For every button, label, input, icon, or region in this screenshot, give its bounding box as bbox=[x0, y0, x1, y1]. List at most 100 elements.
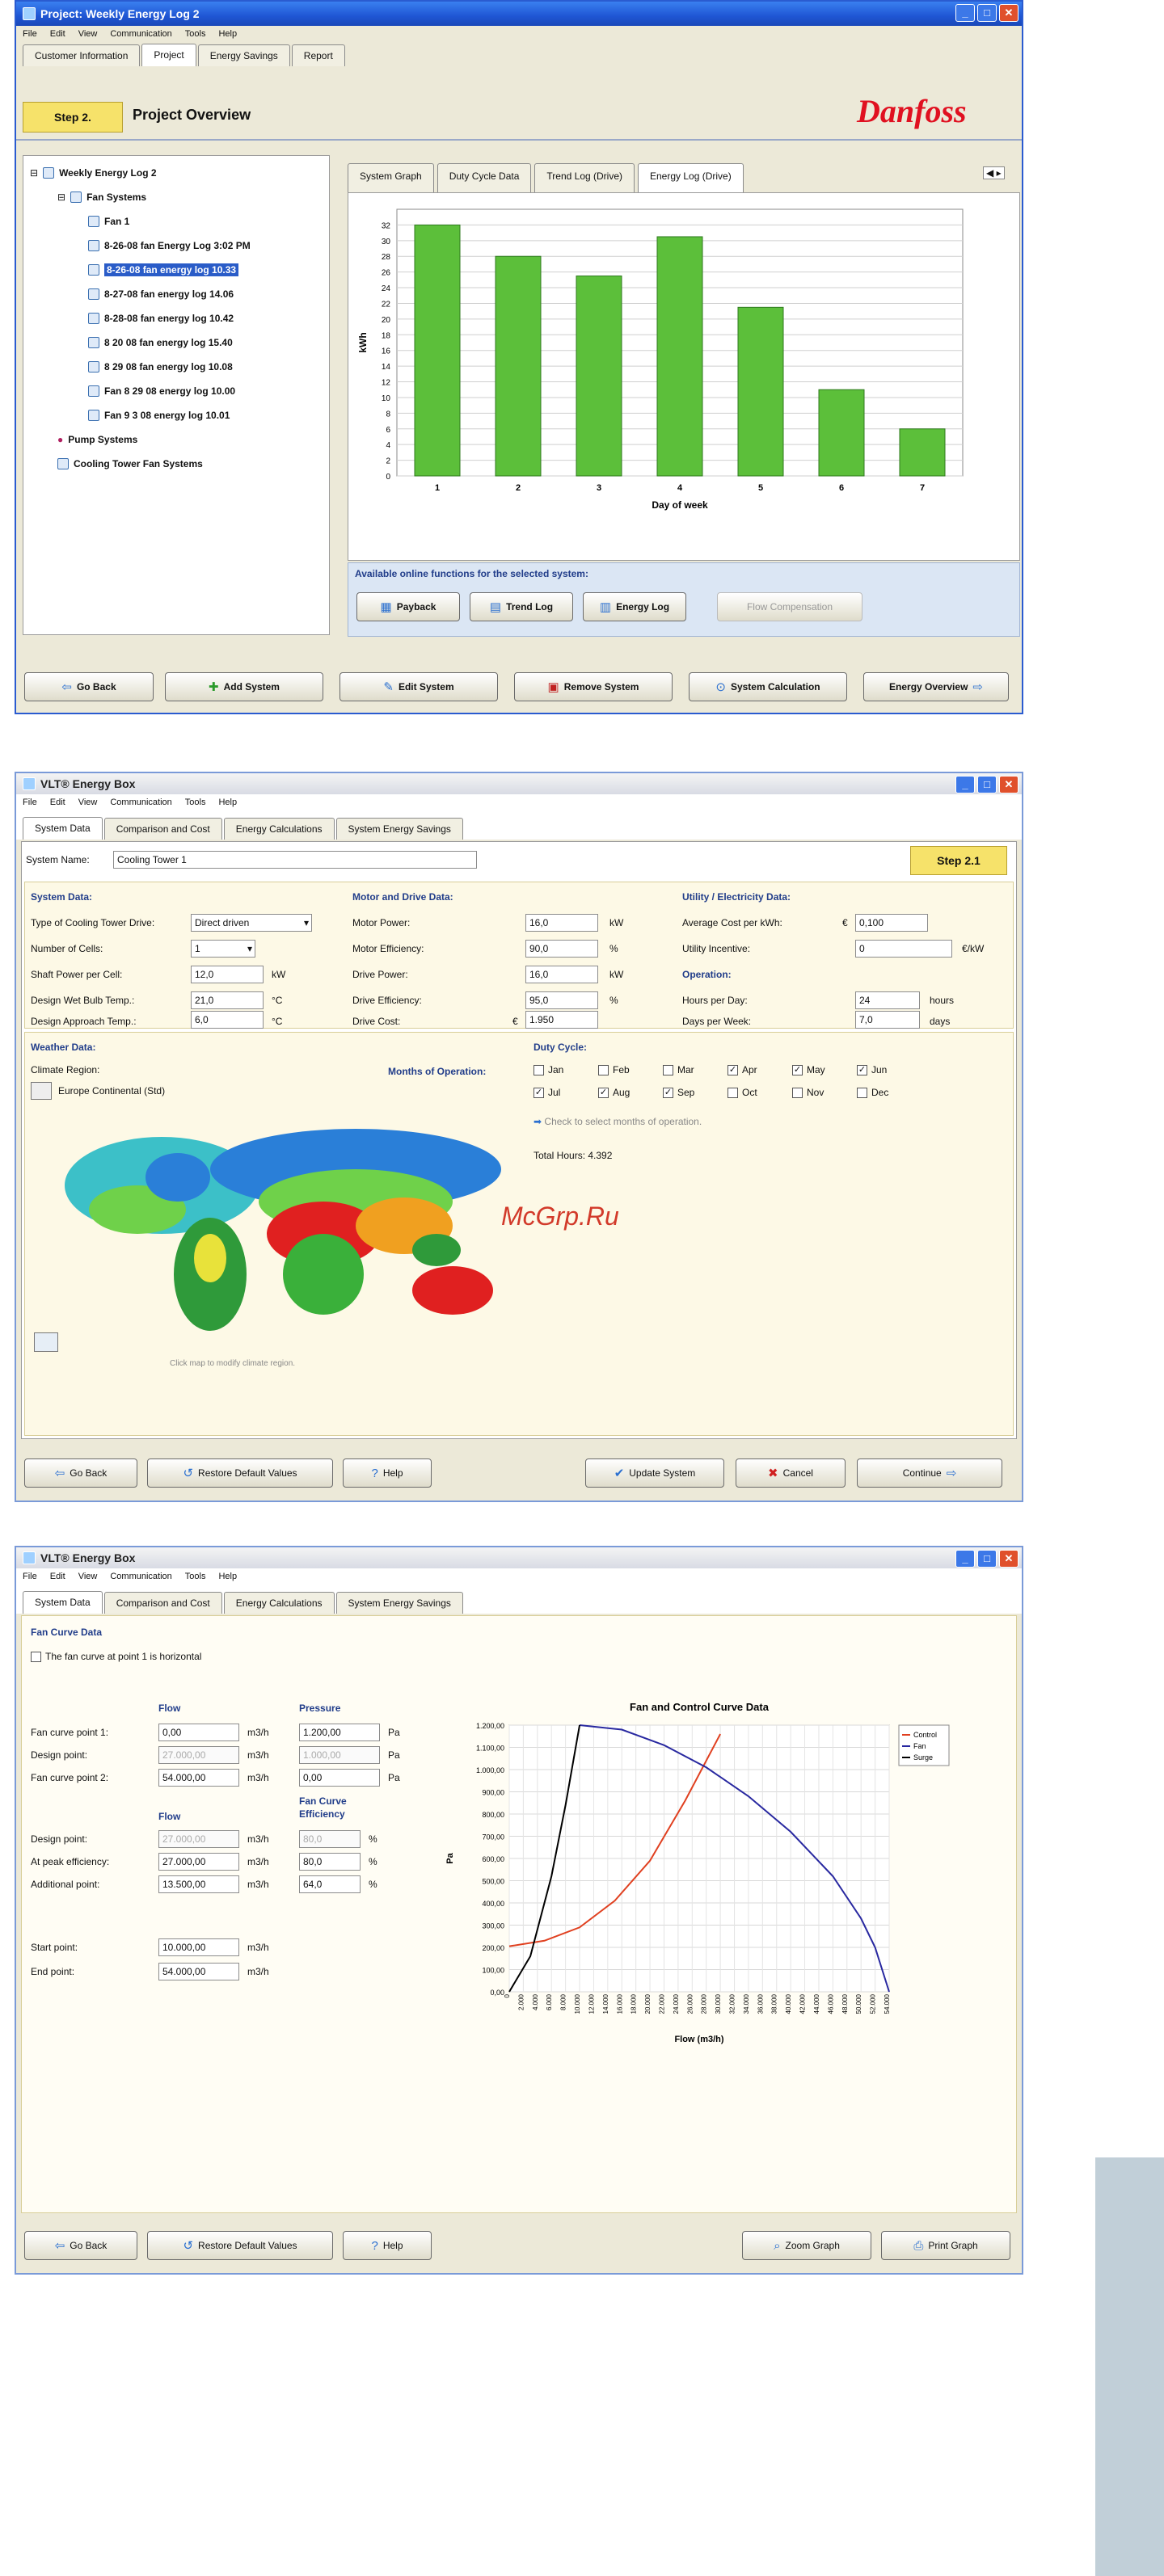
tab-report[interactable]: Report bbox=[291, 44, 345, 66]
edit-system-button[interactable]: ✎ Edit System bbox=[340, 672, 498, 701]
menu-communication[interactable]: Communication bbox=[110, 1572, 171, 1581]
month-checkbox-feb[interactable]: Feb bbox=[598, 1064, 630, 1075]
month-checkbox-aug[interactable]: ✓ Aug bbox=[598, 1087, 630, 1098]
tab-comparison-cost[interactable]: Comparison and Cost bbox=[103, 1592, 222, 1614]
menu-file[interactable]: File bbox=[23, 29, 37, 39]
tab-system-data[interactable]: System Data bbox=[23, 817, 103, 840]
tree-log-item[interactable]: 8-27-08 fan energy log 14.06 bbox=[30, 282, 251, 306]
tree-log-item[interactable]: 8-28-08 fan energy log 10.42 bbox=[30, 306, 251, 330]
tab-energy-calculations[interactable]: Energy Calculations bbox=[223, 1592, 335, 1614]
menu-file[interactable]: File bbox=[23, 798, 37, 807]
month-checkbox-sep[interactable]: ✓ Sep bbox=[663, 1087, 694, 1098]
go-back-button[interactable]: ⇦ Go Back bbox=[24, 2231, 137, 2260]
approach-temp-input[interactable]: 6,0 bbox=[191, 1011, 264, 1029]
efficiency-input[interactable]: 80,0 bbox=[299, 1830, 361, 1848]
month-checkbox-nov[interactable]: Nov bbox=[792, 1087, 824, 1098]
print-graph-button[interactable]: ⎙ Print Graph bbox=[881, 2231, 1010, 2260]
tower-drive-select[interactable]: Direct driven ▾ bbox=[191, 914, 312, 932]
efficiency-input[interactable]: 64,0 bbox=[299, 1875, 361, 1893]
flow-input[interactable]: 54.000,00 bbox=[158, 1769, 239, 1787]
tab-system-energy-savings[interactable]: System Energy Savings bbox=[335, 818, 463, 840]
efficiency-input[interactable]: 80,0 bbox=[299, 1853, 361, 1871]
energy-overview-button[interactable]: Energy Overview ⇨ bbox=[863, 672, 1009, 701]
tree-log-item[interactable]: Fan 9 3 08 energy log 10.01 bbox=[30, 403, 251, 427]
help-button[interactable]: ? Help bbox=[343, 2231, 432, 2260]
menu-view[interactable]: View bbox=[78, 1572, 98, 1581]
menu-communication[interactable]: Communication bbox=[110, 29, 171, 39]
close-icon[interactable]: ✕ bbox=[999, 1550, 1018, 1568]
flow-compensation-button[interactable]: Flow Compensation bbox=[717, 592, 862, 621]
flow-input[interactable]: 27.000,00 bbox=[158, 1830, 239, 1848]
month-checkbox-apr[interactable]: ✓ Apr bbox=[728, 1064, 757, 1075]
update-system-button[interactable]: ✔ Update System bbox=[585, 1458, 724, 1488]
menu-help[interactable]: Help bbox=[218, 29, 237, 39]
month-checkbox-mar[interactable]: Mar bbox=[663, 1064, 694, 1075]
tree-log-item[interactable]: 8 29 08 fan energy log 10.08 bbox=[30, 355, 251, 379]
menu-view[interactable]: View bbox=[78, 29, 98, 39]
tree-log-item-selected[interactable]: 8-26-08 fan energy log 10.33 bbox=[30, 258, 251, 282]
month-checkbox-jun[interactable]: ✓ Jun bbox=[857, 1064, 887, 1075]
payback-button[interactable]: ▦ Payback bbox=[356, 592, 460, 621]
pressure-input[interactable]: 0,00 bbox=[299, 1769, 380, 1787]
menu-tools[interactable]: Tools bbox=[185, 1572, 206, 1581]
tree-fan1[interactable]: Fan 1 bbox=[30, 209, 251, 234]
month-checkbox-dec[interactable]: Dec bbox=[857, 1087, 888, 1098]
tab-energy-log[interactable]: Energy Log (Drive) bbox=[638, 163, 744, 192]
avg-cost-input[interactable]: 0,100 bbox=[855, 914, 928, 932]
cells-select[interactable]: 1 ▾ bbox=[191, 940, 255, 958]
tree-root[interactable]: ⊟ Weekly Energy Log 2 bbox=[30, 161, 251, 185]
tree-log-item[interactable]: 8-26-08 fan Energy Log 3:02 PM bbox=[30, 234, 251, 258]
tree-cooling-systems[interactable]: Cooling Tower Fan Systems bbox=[30, 452, 251, 476]
menu-tools[interactable]: Tools bbox=[185, 29, 206, 39]
end-point-input[interactable]: 54.000,00 bbox=[158, 1963, 239, 1980]
menu-tools[interactable]: Tools bbox=[185, 798, 206, 807]
drive-cost-input[interactable]: 1.950 bbox=[525, 1011, 598, 1029]
flow-input[interactable]: 27.000,00 bbox=[158, 1853, 239, 1871]
tab-comparison-cost[interactable]: Comparison and Cost bbox=[103, 818, 222, 840]
restore-defaults-button[interactable]: ↺ Restore Default Values bbox=[147, 2231, 333, 2260]
tree-fan-systems[interactable]: ⊟ Fan Systems bbox=[30, 185, 251, 209]
map-settings-icon[interactable] bbox=[34, 1332, 58, 1352]
minimize-icon[interactable]: _ bbox=[955, 1550, 975, 1568]
horizontal-checkbox[interactable]: The fan curve at point 1 is horizontal bbox=[31, 1651, 201, 1662]
maximize-icon[interactable]: □ bbox=[977, 4, 997, 22]
drive-efficiency-input[interactable]: 95,0 bbox=[525, 991, 598, 1009]
tab-energy-savings[interactable]: Energy Savings bbox=[197, 44, 290, 66]
menu-help[interactable]: Help bbox=[218, 798, 237, 807]
flow-input[interactable]: 0,00 bbox=[158, 1724, 239, 1741]
help-button[interactable]: ? Help bbox=[343, 1458, 432, 1488]
tab-project[interactable]: Project bbox=[141, 44, 196, 66]
tab-scroll-arrows[interactable]: ◀ ▸ bbox=[983, 166, 1005, 179]
system-calculation-button[interactable]: ⊙ System Calculation bbox=[689, 672, 847, 701]
hours-input[interactable]: 24 bbox=[855, 991, 920, 1009]
close-icon[interactable]: ✕ bbox=[999, 4, 1018, 22]
menu-file[interactable]: File bbox=[23, 1572, 37, 1581]
motor-power-input[interactable]: 16,0 bbox=[525, 914, 598, 932]
restore-defaults-button[interactable]: ↺ Restore Default Values bbox=[147, 1458, 333, 1488]
climate-world-map[interactable] bbox=[48, 1113, 517, 1339]
tab-duty-cycle-data[interactable]: Duty Cycle Data bbox=[436, 163, 532, 192]
tab-system-energy-savings[interactable]: System Energy Savings bbox=[335, 1592, 463, 1614]
menu-view[interactable]: View bbox=[78, 798, 98, 807]
energy-log-button[interactable]: ▥ Energy Log bbox=[583, 592, 686, 621]
drive-power-input[interactable]: 16,0 bbox=[525, 966, 598, 983]
menu-edit[interactable]: Edit bbox=[50, 1572, 65, 1581]
go-back-button[interactable]: ⇦ Go Back bbox=[24, 1458, 137, 1488]
tab-customer-information[interactable]: Customer Information bbox=[23, 44, 141, 66]
minimize-icon[interactable]: _ bbox=[955, 4, 975, 22]
days-input[interactable]: 7,0 bbox=[855, 1011, 920, 1029]
project-tree[interactable]: ⊟ Weekly Energy Log 2 ⊟ Fan Systems Fan 1 … bbox=[23, 155, 330, 635]
flow-input[interactable]: 27.000,00 bbox=[158, 1746, 239, 1764]
incentive-input[interactable]: 0 bbox=[855, 940, 952, 958]
tab-system-graph[interactable]: System Graph bbox=[348, 163, 434, 192]
minimize-icon[interactable]: _ bbox=[955, 776, 975, 793]
system-name-input[interactable]: Cooling Tower 1 bbox=[113, 851, 477, 869]
menu-communication[interactable]: Communication bbox=[110, 798, 171, 807]
go-back-button[interactable]: ⇦ Go Back bbox=[24, 672, 154, 701]
trend-log-button[interactable]: ▤ Trend Log bbox=[470, 592, 573, 621]
zoom-graph-button[interactable]: ⌕ Zoom Graph bbox=[742, 2231, 871, 2260]
tree-log-item[interactable]: 8 20 08 fan energy log 15.40 bbox=[30, 330, 251, 355]
menu-edit[interactable]: Edit bbox=[50, 798, 65, 807]
remove-system-button[interactable]: ▣ Remove System bbox=[514, 672, 673, 701]
continue-button[interactable]: Continue ⇨ bbox=[857, 1458, 1002, 1488]
